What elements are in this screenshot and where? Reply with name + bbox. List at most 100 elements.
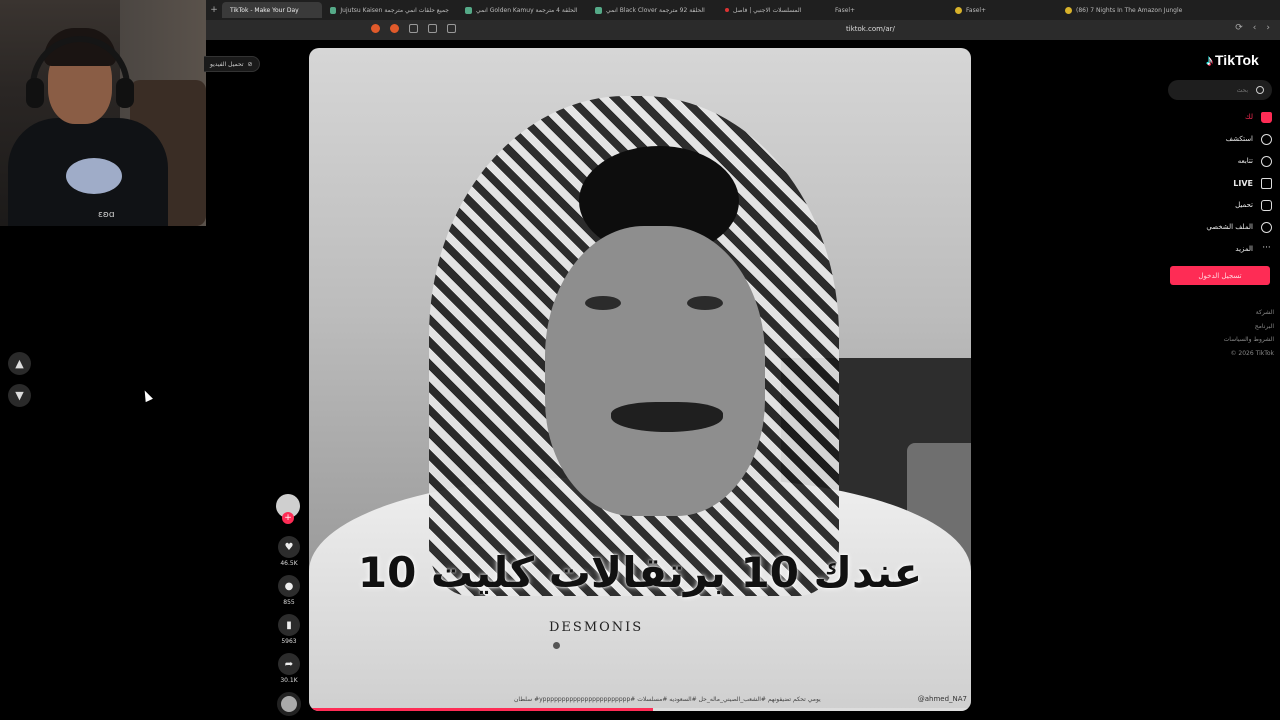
new-tab-button[interactable]: + — [206, 5, 222, 15]
headset-cup — [116, 78, 134, 108]
video-progress-bar[interactable] — [309, 708, 971, 711]
video-progress-fill — [309, 708, 654, 711]
comment-button[interactable]: ● — [278, 575, 300, 597]
save-count: 5963 — [281, 638, 297, 645]
sidebar-item-profile[interactable]: الملف الشخصي — [1160, 216, 1272, 238]
sidebar-item-live[interactable]: LIVE — [1160, 172, 1272, 194]
footer-link-company[interactable]: الشركة — [1224, 306, 1274, 320]
sidebar-item-label: تحميل — [1235, 201, 1253, 209]
tiktok-note-icon: ♪ — [1206, 52, 1213, 68]
chevron-down-icon: ▼ — [15, 389, 24, 402]
sidebar-item-following[interactable]: تتابعه — [1160, 150, 1272, 172]
screen: + TikTok - Make Your Day Jujutsu Kaisen … — [0, 0, 1280, 720]
sidebar-item-label: استكشف — [1225, 135, 1253, 143]
video-description[interactable]: سلطان #yppppppppppppppppppppppp# يومي تح… — [514, 696, 821, 703]
footer-link-terms[interactable]: الشروط والسياسات — [1224, 333, 1274, 347]
comment-count: 855 — [283, 599, 295, 606]
download-video-button[interactable]: تحميل الفيديو ⊘ — [204, 56, 260, 72]
search-placeholder: بحث — [1236, 86, 1248, 94]
sidebar-item-explore[interactable]: استكشف — [1160, 128, 1272, 150]
tab-favicon-icon — [725, 8, 729, 12]
tab-label: TikTok - Make Your Day — [230, 6, 299, 14]
browser-tab[interactable]: Jujutsu Kaisen جميع حلقات انمي مترجمة — [322, 2, 457, 18]
home-icon — [1261, 111, 1272, 123]
sidebar-item-for-you[interactable]: لك — [1160, 106, 1272, 128]
follow-button[interactable]: + — [282, 512, 294, 524]
chevron-up-icon: ▲ — [15, 357, 24, 370]
brand-name: TikTok — [1215, 52, 1259, 68]
comment-icon: ● — [284, 580, 294, 592]
music-disc-icon[interactable] — [277, 692, 301, 716]
like-count: 46.5K — [280, 560, 298, 567]
address-bar: tiktok.com/ar/ ⟳ ‹ › — [206, 20, 1280, 40]
headset-cup — [26, 78, 44, 108]
extension-icon[interactable] — [390, 24, 399, 33]
share-icon: ➦ — [284, 658, 294, 670]
sidebar-menu: لك استكشف تتابعه LIVE تحميل الملف الشخصي… — [1160, 106, 1272, 260]
screen-icon[interactable] — [428, 24, 437, 33]
headset-icon — [30, 36, 130, 106]
back-icon[interactable]: ‹ — [1253, 23, 1257, 33]
video-player[interactable]: عندك 10 برتقالات كليت 10 DESMONIS سلطان … — [309, 48, 971, 711]
tab-favicon-icon — [1065, 6, 1072, 14]
bookmark-icon: ▮ — [286, 619, 292, 631]
creator-avatar[interactable]: + — [276, 494, 300, 524]
footer-copyright: © 2026 TikTok — [1230, 349, 1275, 357]
previous-video-button[interactable]: ▲ — [8, 352, 31, 375]
compass-icon — [1261, 133, 1272, 145]
sidebar-item-label: LIVE — [1233, 178, 1253, 188]
user-icon — [1261, 221, 1272, 233]
sidebar-item-label: الملف الشخصي — [1206, 223, 1253, 231]
browser-tab-bar: + TikTok - Make Your Day Jujutsu Kaisen … — [206, 0, 1280, 20]
tab-label: (86) 7 Nights In The Amazon Jungle — [1076, 6, 1183, 14]
login-button[interactable]: تسجيل الدخول — [1170, 266, 1270, 285]
watermark-dot — [553, 642, 560, 649]
video-subject-face — [545, 226, 765, 516]
browser-tab[interactable]: TikTok - Make Your Day — [222, 2, 322, 18]
tab-favicon-icon — [330, 6, 337, 14]
tab-label: Fasel+ — [966, 6, 987, 14]
share-button[interactable]: ➦ — [278, 653, 300, 675]
next-video-button[interactable]: ▼ — [8, 384, 31, 407]
video-author[interactable]: @ahmed_NA7 — [918, 695, 967, 703]
plus-square-icon — [1261, 199, 1272, 211]
search-icon[interactable] — [1256, 86, 1264, 94]
browser-tab[interactable]: (86) 7 Nights In The Amazon Jungle — [1057, 2, 1192, 18]
sidebar-item-more[interactable]: المزيد ··· — [1160, 238, 1272, 260]
tiktok-logo[interactable]: ♪ TikTok — [1206, 52, 1259, 68]
video-watermark: DESMONIS — [549, 620, 644, 635]
extension-icon[interactable] — [371, 24, 380, 33]
shirt-logo — [66, 158, 122, 194]
browser-tab[interactable]: انمي Black Clover الحلقة 92 مترجمة — [587, 2, 717, 18]
share-count: 30.1K — [280, 677, 298, 684]
tab-label: Jujutsu Kaisen جميع حلقات انمي مترجمة — [340, 6, 449, 14]
url-field[interactable]: tiktok.com/ar/ — [846, 25, 895, 33]
video-subject-eye — [585, 296, 621, 310]
browser-tab[interactable]: Fasel+ — [947, 2, 1057, 18]
download-label: تحميل الفيديو — [210, 60, 244, 68]
tab-label: المسلسلات الاجنبي | فاصل — [733, 6, 802, 14]
save-button[interactable]: ▮ — [278, 614, 300, 636]
forward-icon[interactable]: › — [1266, 23, 1270, 33]
extension-icon[interactable] — [409, 24, 418, 33]
user-check-icon — [1261, 155, 1272, 167]
camera-icon[interactable] — [447, 24, 456, 33]
sidebar-item-label: المزيد — [1235, 245, 1253, 253]
browser-tab[interactable]: المسلسلات الاجنبي | فاصل — [717, 2, 827, 18]
tab-favicon-icon — [955, 6, 962, 14]
sidebar-item-label: تتابعه — [1237, 157, 1253, 165]
shirt-text: ɛʚɑ — [98, 210, 115, 220]
browser-tab[interactable]: انمي Golden Kamuy الحلقة 4 مترجمة — [457, 2, 587, 18]
heart-icon: ♥ — [284, 541, 294, 553]
footer-link-program[interactable]: البرنامج — [1224, 320, 1274, 334]
tab-favicon-icon — [465, 6, 472, 14]
like-button[interactable]: ♥ — [278, 536, 300, 558]
search-input[interactable]: بحث — [1168, 80, 1272, 100]
tab-favicon-icon — [595, 6, 602, 14]
tab-label: Fasel+ — [835, 6, 856, 14]
reload-icon[interactable]: ⟳ — [1235, 23, 1243, 33]
browser-tab[interactable]: Fasel+ — [827, 2, 947, 18]
video-caption: عندك 10 برتقالات كليت 10 — [357, 548, 923, 597]
sidebar-item-upload[interactable]: تحميل — [1160, 194, 1272, 216]
sidebar-footer: الشركة البرنامج الشروط والسياسات © 2026 … — [1224, 306, 1274, 360]
